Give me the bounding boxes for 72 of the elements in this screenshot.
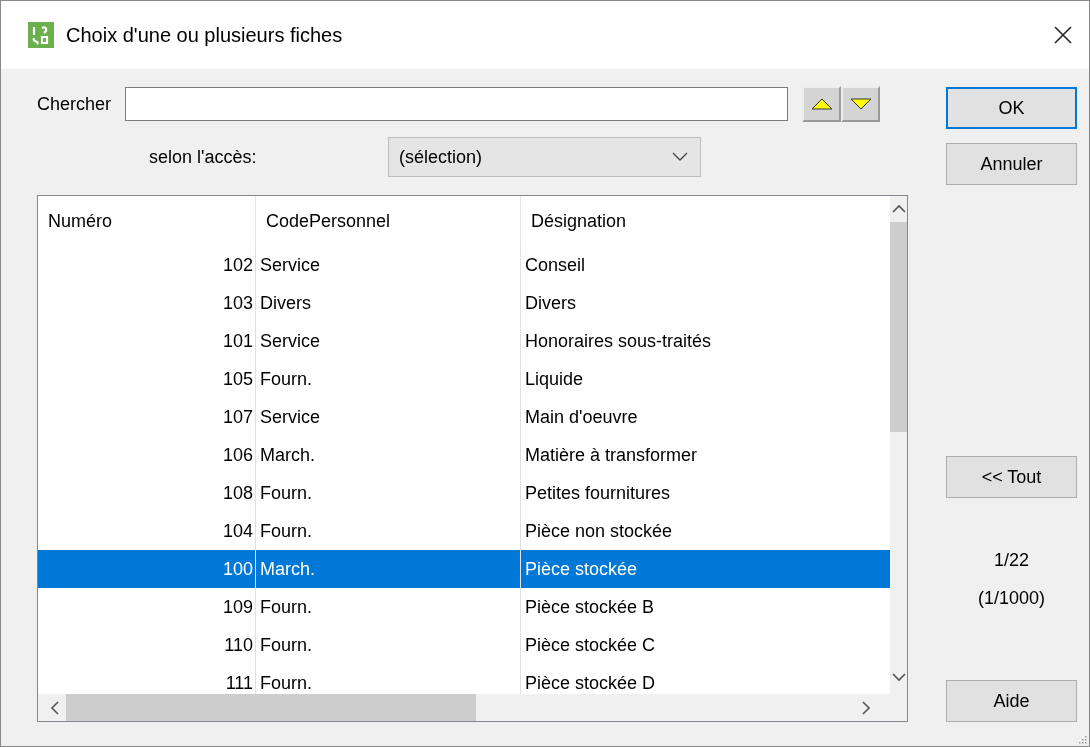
table-cell: Service — [256, 398, 521, 436]
table-cell: 101 — [38, 322, 256, 360]
table-cell: 110 — [38, 626, 256, 664]
table-cell-text: Conseil — [524, 253, 587, 277]
chevron-down-icon — [672, 152, 688, 162]
search-label: Chercher — [37, 93, 112, 115]
table-row[interactable]: 103 Divers Divers — [38, 284, 890, 322]
column-header[interactable]: Désignation — [521, 196, 890, 246]
table-cell-text: Pièce stockée D — [524, 671, 657, 694]
table-row[interactable]: 108 Fourn. Petites fournitures — [38, 474, 890, 512]
column-header[interactable]: CodePersonnel — [256, 196, 521, 246]
table-row[interactable]: 106 March. Matière à transformer — [38, 436, 890, 474]
access-dropdown[interactable]: (sélection) — [388, 137, 701, 177]
table-cell-text: Pièce non stockée — [524, 519, 674, 543]
table-row[interactable]: 100 March. Pièce stockée — [38, 550, 890, 588]
vertical-scrollbar[interactable] — [890, 196, 907, 694]
table-cell: Service — [256, 322, 521, 360]
table-cell: Fourn. — [256, 588, 521, 626]
column-header[interactable]: Numéro — [38, 196, 256, 246]
table-cell: 107 — [38, 398, 256, 436]
previous-button[interactable] — [802, 86, 842, 122]
next-button[interactable] — [841, 86, 881, 122]
table-row[interactable]: 110 Fourn. Pièce stockée C — [38, 626, 890, 664]
table-row[interactable]: 105 Fourn. Liquide — [38, 360, 890, 398]
table-cell-text: Matière à transformer — [524, 443, 699, 467]
scrollbar-thumb[interactable] — [66, 694, 476, 721]
table-cell: Service — [256, 246, 521, 284]
table-cell-text: Main d'oeuvre — [524, 405, 639, 429]
table-cell: 109 — [38, 588, 256, 626]
close-icon[interactable] — [1053, 25, 1073, 45]
search-field[interactable] — [125, 87, 789, 121]
access-label: selon l'accès: — [149, 146, 258, 168]
help-button[interactable]: Aide — [946, 680, 1077, 722]
cancel-button[interactable]: Annuler — [946, 143, 1077, 185]
scroll-right-icon[interactable] — [861, 700, 871, 715]
table-cell: 103 — [38, 284, 256, 322]
scroll-up-icon[interactable] — [891, 204, 906, 214]
ok-button[interactable]: OK — [946, 87, 1077, 129]
down-triangle-icon — [849, 98, 872, 110]
table-cell-text: Pièce stockée C — [524, 633, 657, 657]
show-all-button[interactable]: << Tout — [946, 456, 1077, 498]
resize-grip-icon[interactable] — [1077, 734, 1087, 744]
record-position: 1/22 — [992, 550, 1030, 571]
horizontal-scrollbar[interactable] — [38, 694, 907, 721]
table-cell-text: Divers — [524, 291, 577, 315]
table-cell-text: Petites fournitures — [524, 481, 672, 505]
table-cell-text: Pièce stockée — [524, 557, 639, 581]
table-cell: 106 — [38, 436, 256, 474]
table-row[interactable]: 109 Fourn. Pièce stockée B — [38, 588, 890, 626]
table-cell-text: Liquide — [524, 367, 585, 391]
table-cell: March. — [256, 436, 521, 474]
table-cell: Fourn. — [256, 360, 521, 398]
table-row[interactable]: 102 Service Conseil — [38, 246, 890, 284]
table-cell: 108 — [38, 474, 256, 512]
table-cell: 100 — [38, 550, 256, 588]
table-cell: Fourn. — [256, 474, 521, 512]
table-cell: March. — [256, 550, 521, 588]
table-cell: Fourn. — [256, 626, 521, 664]
table-cell: 105 — [38, 360, 256, 398]
table-cell-text: Pièce stockée B — [524, 595, 656, 619]
app-icon — [28, 22, 54, 48]
scroll-left-icon[interactable] — [50, 700, 60, 715]
table-cell-text: Honoraires sous-traités — [524, 329, 713, 353]
table-row[interactable]: 101 Service Honoraires sous-traités — [38, 322, 890, 360]
record-total: (1/1000) — [976, 588, 1046, 609]
table-cell: 102 — [38, 246, 256, 284]
table-cell: Divers — [256, 284, 521, 322]
up-triangle-icon — [810, 98, 833, 110]
table-row[interactable]: 107 Service Main d'oeuvre — [38, 398, 890, 436]
scroll-down-icon[interactable] — [891, 672, 906, 682]
window-title: Choix d'une ou plusieurs fiches — [66, 23, 344, 47]
scrollbar-thumb[interactable] — [890, 222, 907, 432]
